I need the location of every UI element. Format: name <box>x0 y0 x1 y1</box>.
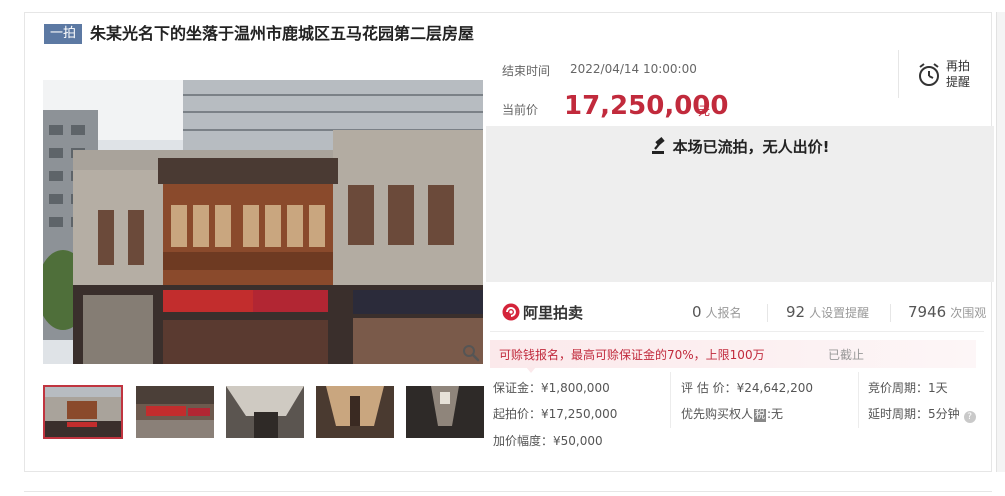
auction-round-badge: 一拍 <box>44 24 82 44</box>
auction-status-box: 本场已流拍，无人出价! <box>486 126 994 282</box>
platform-brand[interactable]: 阿里拍卖 <box>502 301 583 323</box>
remind-next-auction-button[interactable]: 再拍 提醒 <box>916 58 976 94</box>
thumbnail-image <box>136 386 214 438</box>
current-price-label: 当前价 <box>502 103 539 117</box>
divider <box>858 372 859 428</box>
remind-label-line2: 提醒 <box>946 75 971 89</box>
priority-buyer-label: 优先购买权人 <box>681 407 754 421</box>
view-label: 次围观 <box>950 306 987 320</box>
reminder-label: 人设置提醒 <box>809 306 870 320</box>
tax-tag-icon: 税 <box>754 409 767 422</box>
main-property-photo[interactable] <box>43 80 483 364</box>
priority-buyer-info: 优先购买权人税:无 <box>681 405 783 422</box>
priority-buyer-value: :无 <box>767 407 784 421</box>
reminder-count: 92 <box>786 303 806 321</box>
zoom-button[interactable] <box>460 342 482 364</box>
divider <box>490 331 984 332</box>
thumbnail-3[interactable] <box>226 386 304 438</box>
thumbnail-image <box>316 386 394 438</box>
divider <box>24 491 992 492</box>
page-right-edge <box>996 12 1005 472</box>
ali-auction-logo-icon <box>502 303 520 321</box>
thumbnail-2[interactable] <box>136 386 214 438</box>
credit-signup-notice[interactable]: 可赊钱报名，最高可赊保证金的70%，上限100万 已截止 <box>490 340 976 368</box>
view-count: 7946 <box>908 303 947 321</box>
reminder-stat: 92 人设置提醒 <box>786 303 869 321</box>
divider <box>670 372 671 428</box>
credit-signup-status: 已截止 <box>828 348 865 362</box>
increment-info: 加价幅度：¥50,000 <box>493 434 603 448</box>
thumbnail-4[interactable] <box>316 386 394 438</box>
notice-pointer <box>526 367 536 373</box>
deposit-info: 保证金：¥1,800,000 <box>493 381 610 395</box>
remind-label-line1: 再拍 <box>946 59 971 73</box>
thumbnail-1[interactable] <box>43 385 123 439</box>
price-unit: 元 <box>698 104 711 118</box>
divider <box>890 304 891 322</box>
alarm-clock-icon <box>919 63 939 86</box>
thumbnail-5[interactable] <box>406 386 484 438</box>
end-time-value: 2022/04/14 10:00:00 <box>570 62 697 76</box>
question-icon[interactable]: ? <box>963 411 976 423</box>
appraisal-info: 评 估 价：¥24,642,200 <box>681 381 813 395</box>
thumbnail-image <box>406 386 484 438</box>
delay-cycle-text: 延时周期：5分钟 <box>868 407 960 421</box>
signup-stat: 0 人报名 <box>692 303 742 321</box>
start-price-info: 起拍价：¥17,250,000 <box>493 407 618 421</box>
page-title: 朱某光名下的坐落于温州市鹿城区五马花园第二层房屋 <box>90 24 475 43</box>
signup-label: 人报名 <box>705 306 742 320</box>
thumbnail-image <box>45 387 121 437</box>
magnifier-icon <box>463 345 480 362</box>
platform-name: 阿里拍卖 <box>523 303 584 322</box>
end-time-label: 结束时间 <box>502 64 551 78</box>
bidding-cycle-info: 竞价周期：1天 <box>868 381 948 395</box>
thumbnail-image <box>226 386 304 438</box>
delay-cycle-info: 延时周期：5分钟? <box>868 405 976 423</box>
auction-status-text: 本场已流拍，无人出价! <box>672 138 830 156</box>
building-photo-image <box>43 80 483 364</box>
gavel-icon <box>651 137 665 154</box>
divider <box>898 50 899 98</box>
signup-count: 0 <box>692 303 702 321</box>
auction-status: 本场已流拍，无人出价! <box>486 136 994 158</box>
credit-signup-text: 可赊钱报名，最高可赊保证金的70%，上限100万 <box>499 348 765 362</box>
view-stat: 7946 次围观 <box>908 303 986 321</box>
divider <box>767 304 768 322</box>
